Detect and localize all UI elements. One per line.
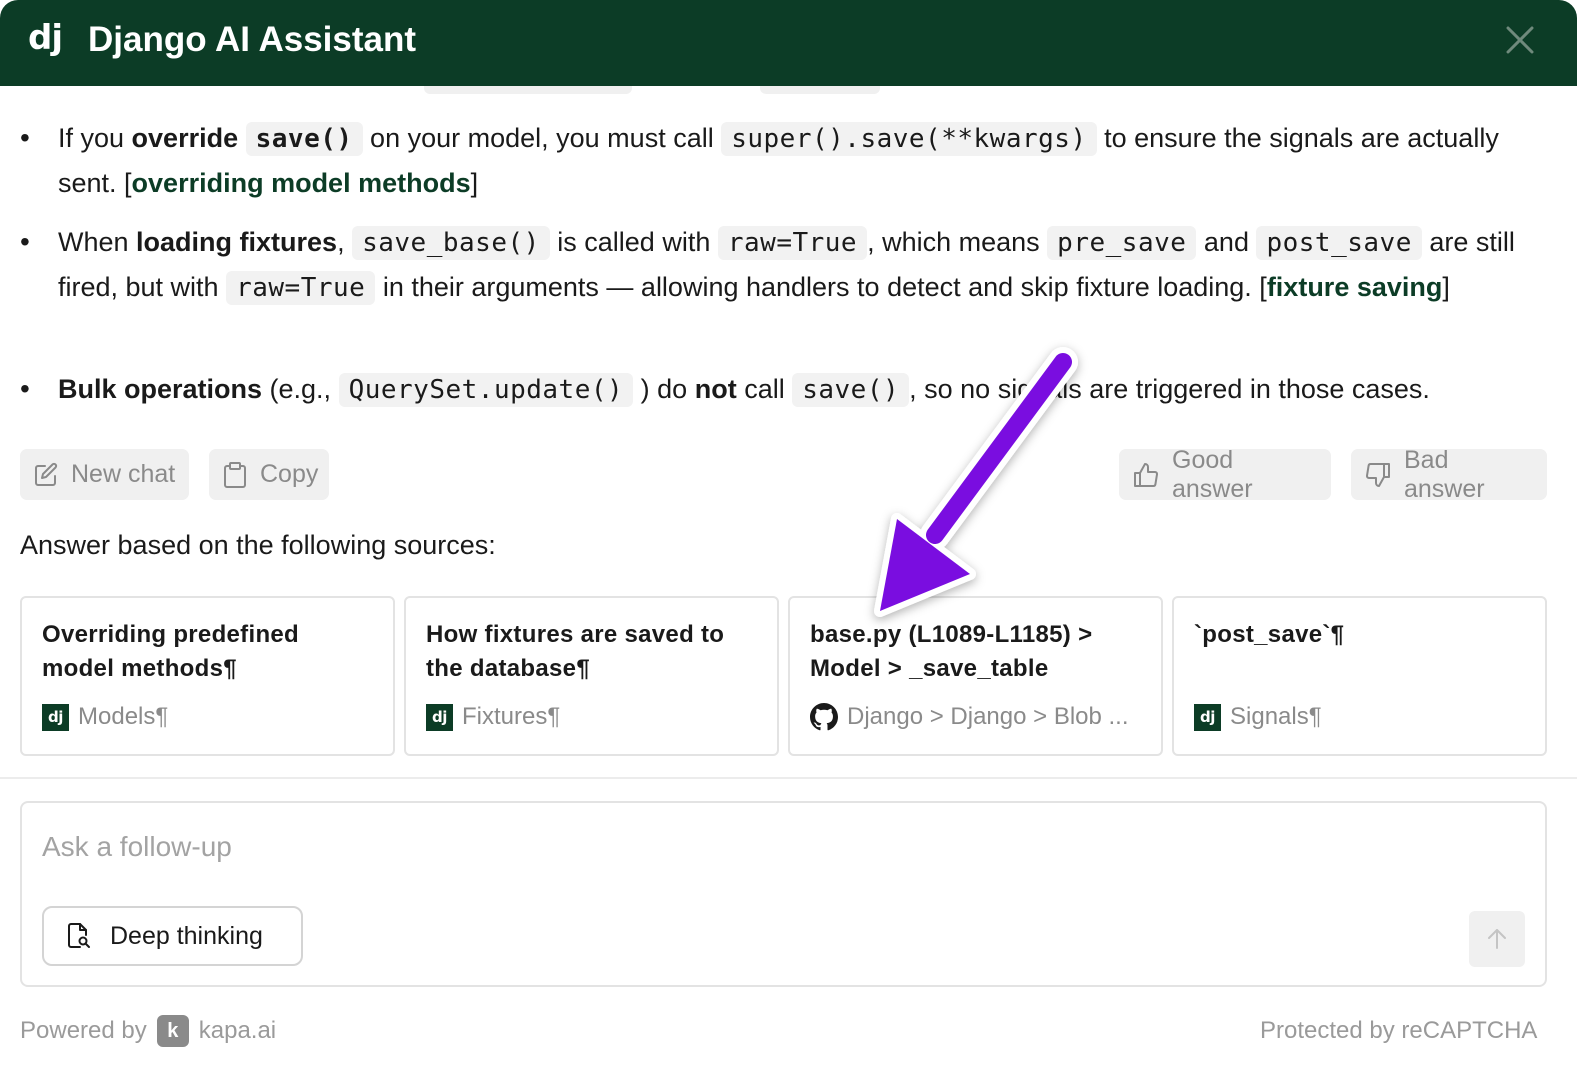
- source-name: Models¶: [78, 703, 169, 730]
- source-card[interactable]: How fixtures are saved to the database¶ …: [404, 596, 779, 756]
- copy-label: Copy: [260, 460, 319, 488]
- text-run: If you: [58, 123, 132, 153]
- inline-code: super().save(**kwargs): [721, 122, 1097, 156]
- text-run: is called with: [549, 227, 718, 257]
- source-title: How fixtures are saved to the database¶: [426, 621, 725, 682]
- send-button[interactable]: [1469, 911, 1525, 967]
- inline-code: raw=True: [717, 226, 868, 260]
- text-run: and: [1196, 227, 1257, 257]
- copy-button[interactable]: Copy: [209, 449, 329, 500]
- bad-answer-label: Bad answer: [1404, 445, 1485, 503]
- django-icon: dj: [1194, 703, 1221, 731]
- bold-text: loading fixtures: [136, 227, 338, 257]
- thumbs-down-icon: [1366, 462, 1390, 487]
- bullet-item: • If you override save() on your model, …: [20, 116, 1528, 205]
- inline-code: pre_save: [1047, 226, 1197, 260]
- bold-text: override: [131, 123, 239, 153]
- new-chat-label: New chat: [71, 460, 176, 488]
- source-card[interactable]: `post_save`¶ dj Signals¶: [1172, 596, 1547, 756]
- source-title: Overriding predefined model methods¶: [42, 621, 300, 682]
- deep-thinking-button[interactable]: Deep thinking: [42, 906, 303, 966]
- bad-answer-button[interactable]: Bad answer: [1351, 446, 1547, 503]
- arrow-up-icon: [1488, 929, 1506, 949]
- kapa-link[interactable]: kapa.ai: [199, 1017, 276, 1045]
- source-title: `post_save`¶: [1194, 621, 1345, 648]
- inline-code: save_base(): [352, 226, 550, 260]
- thumbs-up-icon: [1134, 462, 1158, 487]
- source-origin: dj Models¶: [42, 703, 168, 731]
- clipped-code-fragment: [424, 86, 632, 94]
- bullet-dot: •: [20, 122, 30, 153]
- inline-code: save(): [245, 122, 363, 156]
- header-title: Django AI Assistant: [88, 20, 417, 59]
- django-icon: dj: [42, 703, 69, 731]
- citation-link[interactable]: overriding model methods: [132, 168, 471, 198]
- text-run: ]: [470, 168, 479, 198]
- source-card[interactable]: Overriding predefined model methods¶ dj …: [20, 596, 395, 756]
- source-card[interactable]: base.py (L1089-L1185) > Model > _save_ta…: [788, 596, 1163, 756]
- bullet-text: If you override save() on your model, yo…: [58, 122, 1499, 198]
- follow-up-input[interactable]: [42, 825, 1442, 869]
- assistant-window: dj Django AI Assistant • If you override…: [0, 0, 1577, 1069]
- bullet-dot: •: [20, 226, 30, 257]
- bold-text: not: [694, 374, 737, 404]
- text-run: [238, 123, 246, 153]
- deep-thinking-label: Deep thinking: [110, 921, 263, 950]
- inline-code: raw=True: [226, 271, 376, 305]
- text-run: (e.g.,: [262, 374, 339, 404]
- edit-icon: [35, 462, 58, 486]
- text-run: call: [736, 374, 793, 404]
- source-name: Signals¶: [1230, 703, 1322, 730]
- django-icon: dj: [426, 703, 453, 731]
- clipped-code-fragment: [760, 86, 880, 94]
- citation-link[interactable]: fixture saving: [1267, 272, 1443, 302]
- text-run: ,: [337, 227, 353, 257]
- good-answer-label: Good answer: [1172, 445, 1253, 503]
- bullet-dot: •: [20, 373, 30, 404]
- source-origin: Django > Django > Blob ...: [810, 703, 1129, 731]
- header: dj Django AI Assistant: [0, 0, 1577, 86]
- text-run: ]: [1442, 272, 1450, 302]
- inline-code: post_save: [1256, 226, 1422, 260]
- bullet-text: Bulk operations (e.g., QuerySet.update()…: [58, 373, 1430, 407]
- bold-text: Bulk operations: [58, 374, 263, 404]
- bullet-item: • When loading fixtures, save_base() is …: [20, 220, 1528, 310]
- bullet-item: • Bulk operations (e.g., QuerySet.update…: [20, 367, 1528, 412]
- follow-up-box: Deep thinking: [20, 801, 1547, 987]
- source-name: Fixtures¶: [462, 703, 561, 730]
- source-origin: dj Signals¶: [1194, 703, 1322, 731]
- text-run: on your model, you must call: [362, 123, 722, 153]
- powered-by-label: Powered by: [20, 1017, 147, 1044]
- good-answer-button[interactable]: Good answer: [1119, 446, 1331, 503]
- text-run: ) do: [633, 374, 695, 404]
- clipboard-icon: [224, 461, 246, 488]
- source-name: Django > Django > Blob ...: [847, 703, 1129, 730]
- github-icon: [810, 703, 838, 731]
- text-run: , which means: [867, 227, 1048, 257]
- kapa-logo-icon: k: [156, 1015, 189, 1047]
- divider: [0, 777, 1577, 779]
- powered-by: Powered by k kapa.ai: [20, 1015, 276, 1047]
- new-chat-button[interactable]: New chat: [20, 449, 189, 500]
- close-icon[interactable]: [1500, 20, 1540, 60]
- text-run: in their arguments — allowing handlers t…: [375, 272, 1267, 302]
- inline-code: QuerySet.update(): [338, 373, 634, 407]
- recaptcha-notice: Protected by reCAPTCHA: [1260, 1017, 1538, 1044]
- text-run: , so no signals are triggered in those c…: [909, 374, 1430, 404]
- source-title: base.py (L1089-L1185) > Model > _save_ta…: [810, 621, 1093, 682]
- sources-heading: Answer based on the following sources:: [20, 530, 496, 560]
- source-origin: dj Fixtures¶: [426, 703, 560, 731]
- clipped-previous-line: [0, 86, 1577, 98]
- document-search-icon: [68, 923, 90, 948]
- inline-code: save(): [792, 373, 910, 407]
- django-logo-icon: dj: [28, 18, 63, 58]
- text-run: When: [58, 227, 137, 257]
- bullet-text: When loading fixtures, save_base() is ca…: [58, 226, 1515, 305]
